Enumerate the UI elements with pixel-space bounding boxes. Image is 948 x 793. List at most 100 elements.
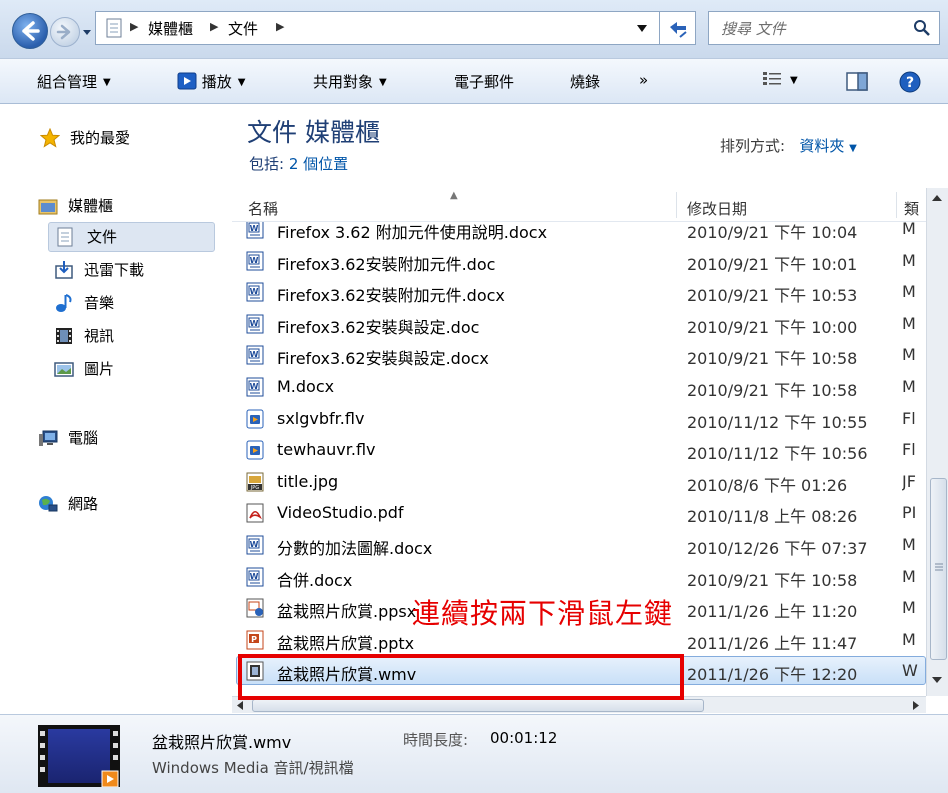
file-name: sxlgvbfr.flv (277, 408, 365, 428)
file-name: 盆栽照片欣賞.ppsx (277, 602, 417, 622)
column-header-date-modified[interactable]: 修改日期 (687, 198, 747, 219)
file-type: M (902, 629, 916, 649)
file-name: 合併.docx (277, 570, 353, 590)
includes-label: 包括: (249, 155, 285, 173)
svg-text:?: ? (906, 75, 914, 91)
annotation-highlight-box (238, 654, 684, 700)
file-row[interactable]: W Firefox3.62安裝附加元件.doc 2010/9/21 下午 10:01… (232, 245, 926, 276)
email-button[interactable]: 電子郵件 (454, 71, 514, 92)
includes-locations-link[interactable]: 2 個位置 (289, 155, 348, 173)
share-label: 共用對象 (313, 73, 374, 91)
file-type: M (902, 535, 916, 554)
file-row[interactable]: JPG title.jpg 2010/8/6 下午 01:26 JF (232, 466, 926, 497)
nav-item-videos[interactable]: 視訊 (54, 322, 214, 350)
breadcrumb-separator-icon[interactable]: ▶ (276, 20, 284, 33)
sort-ascending-icon: ▲ (450, 190, 458, 201)
arrange-by-dropdown[interactable]: 資料夾 ▼ (799, 137, 857, 155)
file-type: M (902, 282, 916, 302)
arrow-right-icon (56, 24, 71, 40)
search-placeholder[interactable]: 搜尋 文件 (721, 18, 786, 39)
svg-text:W: W (250, 540, 259, 549)
chevron-down-icon: ▼ (237, 77, 246, 88)
computer-icon (39, 430, 58, 446)
view-list-icon (763, 72, 781, 85)
forward-button[interactable] (50, 17, 80, 47)
file-date-modified: 2010/9/21 下午 10:04 (687, 223, 858, 242)
file-row[interactable]: W 合併.docx 2010/9/21 下午 10:58 M (232, 561, 926, 592)
search-box[interactable]: 搜尋 文件 (708, 11, 940, 45)
details-pane: 盆栽照片欣賞.wmv 時間長度: 00:01:12 Windows Media … (0, 714, 948, 793)
nav-network[interactable]: 網路 (38, 490, 218, 518)
column-divider[interactable] (896, 192, 897, 218)
nav-favorites[interactable]: 我的最愛 (40, 124, 220, 152)
recent-pages-dropdown-icon[interactable] (82, 27, 92, 37)
preview-pane-icon[interactable] (846, 72, 868, 92)
search-icon[interactable] (913, 19, 931, 37)
file-row[interactable]: W 分數的加法圖解.docx 2010/12/26 下午 07:37 M (232, 529, 926, 560)
vertical-scrollbar[interactable] (926, 188, 948, 696)
file-name: Firefox3.62安裝與設定.docx (277, 349, 489, 369)
details-duration-value: 00:01:12 (490, 729, 558, 747)
scroll-right-icon[interactable] (912, 701, 920, 710)
play-button[interactable]: 播放 ▼ (177, 71, 246, 92)
play-icon (177, 72, 197, 90)
help-icon[interactable]: ? (898, 70, 922, 94)
file-row[interactable]: W Firefox3.62安裝與設定.docx 2010/9/21 下午 10:58… (232, 339, 926, 370)
more-commands-button[interactable]: » (639, 71, 648, 89)
back-button[interactable] (12, 13, 48, 49)
file-row[interactable]: W Firefox 3.62 附加元件使用說明.docx 2010/9/21 下午 … (232, 222, 926, 244)
breadcrumb-separator-icon[interactable]: ▶ (210, 20, 218, 33)
video-thumbnail (38, 725, 120, 787)
vertical-scroll-thumb[interactable] (930, 478, 947, 660)
file-row[interactable]: VideoStudio.pdf 2010/11/8 上午 08:26 PI (232, 497, 926, 528)
scroll-down-icon[interactable] (932, 676, 942, 684)
file-date-modified: 2010/11/12 下午 10:56 (687, 444, 868, 464)
horizontal-scroll-thumb[interactable] (252, 699, 704, 712)
nav-item-documents[interactable]: 文件 (48, 222, 215, 252)
organize-button[interactable]: 組合管理 ▼ (37, 71, 111, 92)
column-divider[interactable] (676, 192, 677, 218)
nav-thunder-label: 迅雷下載 (84, 261, 145, 279)
pptx-icon: P (246, 630, 264, 650)
breadcrumb-libraries[interactable]: 媒體櫃 (148, 18, 193, 39)
chevron-down-icon: ▼ (103, 77, 111, 88)
scroll-up-icon[interactable] (932, 194, 942, 202)
file-name: 分數的加法圖解.docx (277, 539, 433, 558)
flv-video-icon (246, 440, 264, 460)
share-with-button[interactable]: 共用對象 ▼ (313, 71, 387, 92)
word-doc-icon: W (246, 314, 264, 334)
view-options-button[interactable]: ▼ (762, 70, 798, 89)
file-row[interactable]: W Firefox3.62安裝與設定.doc 2010/9/21 下午 10:00 M (232, 308, 926, 339)
nav-item-thunder-downloads[interactable]: 迅雷下載 (54, 256, 214, 284)
breadcrumb-documents[interactable]: 文件 (228, 18, 258, 39)
nav-computer[interactable]: 電腦 (38, 424, 218, 452)
nav-item-pictures[interactable]: 圖片 (54, 355, 214, 383)
nav-libraries[interactable]: 媒體櫃 (38, 192, 218, 220)
breadcrumb-separator-icon[interactable]: ▶ (130, 20, 138, 33)
address-box[interactable]: ▶ 媒體櫃 ▶ 文件 ▶ (95, 11, 660, 45)
file-row[interactable]: sxlgvbfr.flv 2010/11/12 下午 10:55 Fl (232, 403, 926, 434)
nav-documents-label: 文件 (87, 228, 118, 246)
burn-button[interactable]: 燒錄 (570, 71, 600, 92)
annotation-text: 連續按兩下滑鼠左鍵 (412, 597, 674, 630)
file-type: M (902, 377, 916, 396)
nav-libraries-label: 媒體櫃 (68, 197, 114, 215)
file-date-modified: 2010/8/6 下午 01:26 (687, 475, 848, 495)
network-icon (39, 496, 58, 512)
refresh-button[interactable] (660, 11, 696, 45)
download-folder-icon (55, 261, 73, 279)
file-row[interactable]: tewhauvr.flv 2010/11/12 下午 10:56 Fl (232, 434, 926, 465)
file-row[interactable]: W M.docx 2010/9/21 下午 10:58 M (232, 371, 926, 402)
column-header-type[interactable]: 類 (904, 198, 926, 219)
address-dropdown-icon[interactable] (637, 25, 647, 33)
chevron-down-icon: ▼ (849, 143, 857, 154)
svg-text:W: W (250, 256, 259, 265)
file-name: Firefox3.62安裝附加元件.docx (277, 286, 505, 306)
file-type: JF (902, 471, 916, 491)
pdf-icon (246, 503, 264, 523)
nav-item-music[interactable]: 音樂 (54, 289, 214, 317)
scroll-left-icon[interactable] (236, 701, 244, 710)
column-header-name[interactable]: 名稱 (248, 198, 278, 219)
address-bar-area: ▶ 媒體櫃 ▶ 文件 ▶ 搜尋 文件 (0, 0, 948, 58)
file-row[interactable]: W Firefox3.62安裝附加元件.docx 2010/9/21 下午 10:5… (232, 276, 926, 307)
